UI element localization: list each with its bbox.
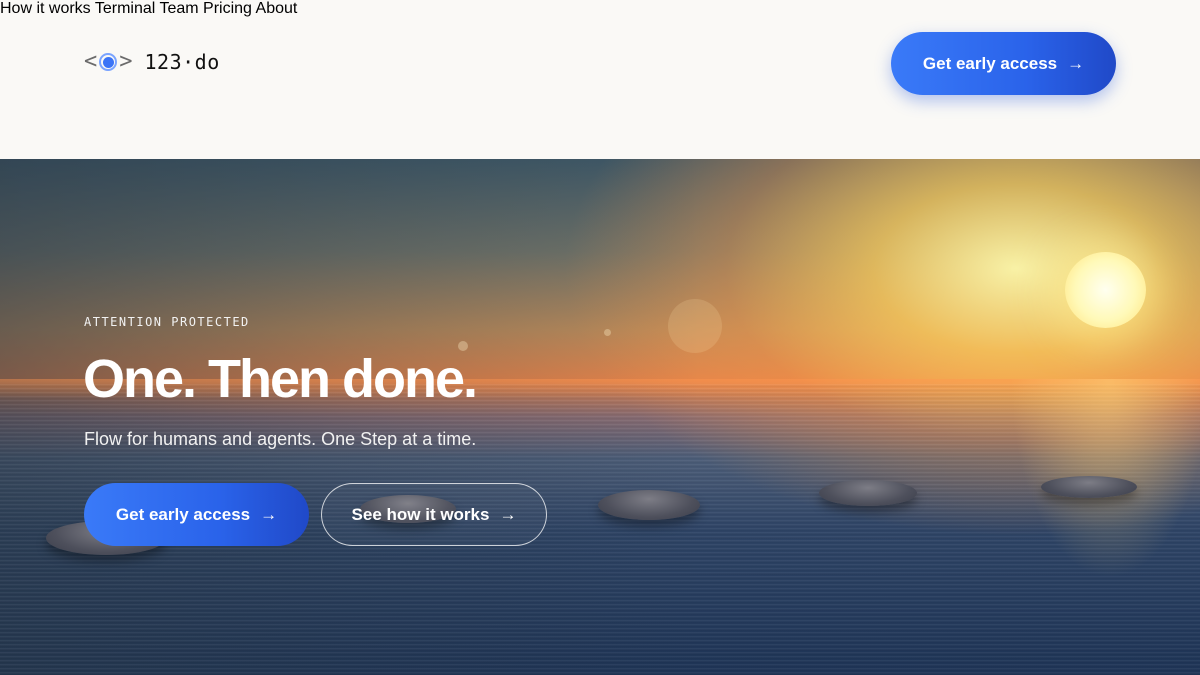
hero-section: ATTENTION PROTECTED One. Then done. Flow… [0,159,1200,675]
lens-flare [604,329,611,336]
nav-pricing[interactable]: Pricing [203,0,252,17]
stepping-stone [598,490,700,520]
logo[interactable]: < > 123·do [84,50,220,74]
arrow-right-icon: → [1067,53,1085,73]
stepping-stone [1041,476,1137,498]
hero-get-early-access-button[interactable]: Get early access → [84,483,309,546]
hero-subheadline: Flow for humans and agents. One Step at … [84,429,477,449]
nav-team[interactable]: Team [159,0,198,17]
nav-terminal[interactable]: Terminal [95,0,155,17]
arrow-right-icon: → [499,504,517,524]
nav-how-it-works[interactable]: How it works [0,0,91,17]
arrow-right-icon: → [260,504,278,524]
hero-primary-label: Get early access [115,504,251,524]
hero-see-how-it-works-button[interactable]: See how it works → [321,483,547,546]
main-nav: How it works Terminal Team Pricing About [0,0,1200,18]
sun-image [1065,252,1146,328]
logo-eye-icon: < > [84,49,133,74]
header-cta-label: Get early access [922,53,1058,73]
lens-flare [668,299,722,353]
logo-text: 123·do [144,50,220,74]
site-header: < > 123·do How it works Terminal Team Pri… [0,0,1200,159]
stepping-stone [819,480,917,506]
hero-kicker: ATTENTION PROTECTED [84,315,250,329]
header-get-early-access-button[interactable]: Get early access → [891,32,1116,95]
hero-secondary-label: See how it works [351,504,490,524]
hero-headline: One. Then done. [83,349,478,409]
nav-about[interactable]: About [256,0,298,17]
